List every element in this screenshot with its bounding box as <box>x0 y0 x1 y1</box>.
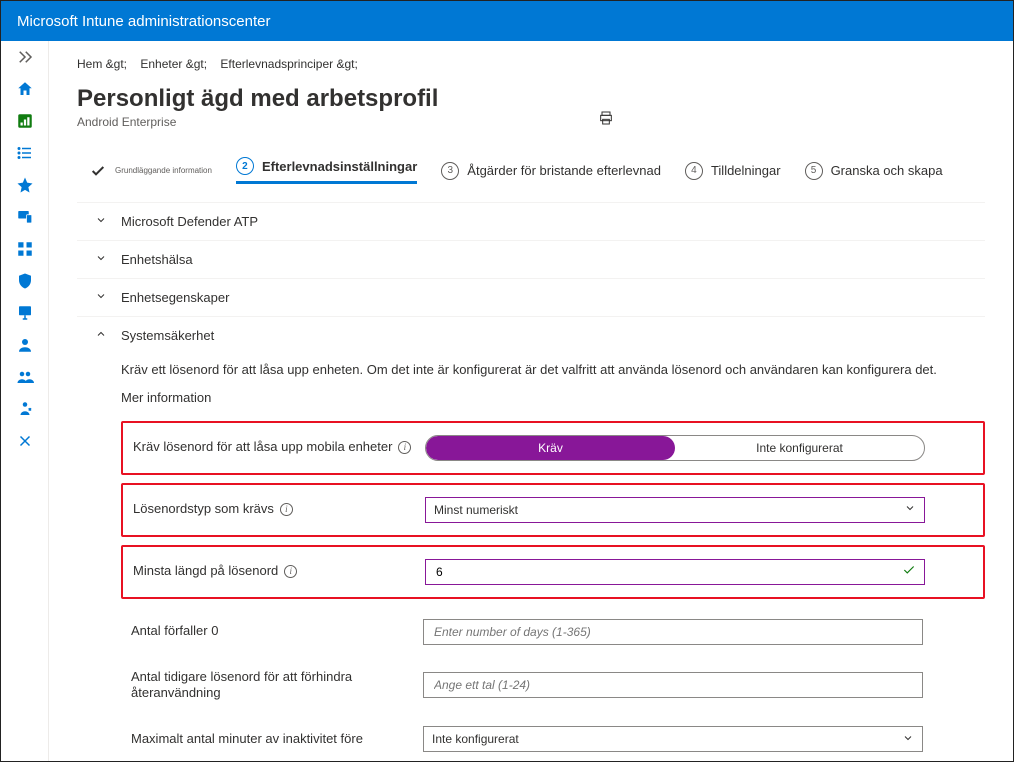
step-review[interactable]: 5 Granska och skapa <box>805 162 943 180</box>
step-compliance[interactable]: 2 Efterlevnadsinställningar <box>236 157 417 184</box>
print-icon[interactable] <box>598 110 614 129</box>
step-assignments[interactable]: 4 Tilldelningar <box>685 162 781 180</box>
section-defender[interactable]: Microsoft Defender ATP <box>77 202 985 240</box>
step-actions[interactable]: 3 Åtgärder för bristande efterlevnad <box>441 162 661 180</box>
devices-icon[interactable] <box>15 207 35 227</box>
tenant-icon[interactable] <box>15 399 35 419</box>
breadcrumb-home[interactable]: Hem &gt; <box>77 57 127 71</box>
wizard-steps: Grundläggande information 2 Efterlevnads… <box>77 157 985 184</box>
chevron-down-icon <box>95 290 107 305</box>
prev-passwords-field[interactable] <box>432 677 914 693</box>
prev-passwords-input[interactable] <box>423 672 923 698</box>
security-desc: Kräv ett lösenord för att låsa upp enhet… <box>121 360 941 380</box>
nav-expand-icon[interactable] <box>15 47 35 67</box>
row-min-length: Minsta längd på lösenord i <box>121 545 985 599</box>
row-password-type: Lösenordstyp som krävs i Minst numeriskt <box>121 483 985 537</box>
list-icon[interactable] <box>15 143 35 163</box>
min-length-field[interactable] <box>434 564 902 580</box>
expire-days-field[interactable] <box>432 624 914 640</box>
chevron-down-icon <box>95 252 107 267</box>
breadcrumb-policies[interactable]: Efterlevnadsprinciper &gt; <box>220 57 357 71</box>
password-type-select[interactable]: Minst numeriskt <box>425 497 925 523</box>
more-info-link[interactable]: Mer information <box>121 390 985 405</box>
user-icon[interactable] <box>15 335 35 355</box>
section-props[interactable]: Enhetsegenskaper <box>77 278 985 316</box>
main-content: Hem &gt; Enheter &gt; Efterlevnadsprinci… <box>49 41 1013 761</box>
dashboard-icon[interactable] <box>15 111 35 131</box>
expire-days-input[interactable] <box>423 619 923 645</box>
info-icon[interactable]: i <box>284 565 297 578</box>
app-header: Microsoft Intune administrationscenter <box>1 1 1013 41</box>
row-inactivity: Maximalt antal minuter av inaktivitet fö… <box>121 714 985 761</box>
chevron-up-icon <box>95 328 107 343</box>
min-length-input[interactable] <box>425 559 925 585</box>
section-security[interactable]: Systemsäkerhet <box>77 316 985 354</box>
security-content: Kräv ett lösenord för att låsa upp enhet… <box>77 354 985 761</box>
star-icon[interactable] <box>15 175 35 195</box>
toggle-require[interactable]: Kräv <box>426 436 675 460</box>
app-title: Microsoft Intune administrationscenter <box>17 13 270 30</box>
breadcrumb: Hem &gt; Enheter &gt; Efterlevnadsprinci… <box>77 57 985 71</box>
reports-icon[interactable] <box>15 303 35 323</box>
toggle-notconfigured[interactable]: Inte konfigurerat <box>675 436 924 460</box>
row-require-password: Kräv lösenord för att låsa upp mobila en… <box>121 421 985 475</box>
group-icon[interactable] <box>15 367 35 387</box>
chevron-down-icon <box>904 502 916 517</box>
apps-icon[interactable] <box>15 239 35 259</box>
inactivity-select[interactable]: Inte konfigurerat <box>423 726 923 752</box>
require-password-toggle[interactable]: Kräv Inte konfigurerat <box>425 435 925 461</box>
row-expire-days: Antal förfaller 0 <box>121 607 985 657</box>
page-subtitle: Android Enterprise <box>77 115 438 129</box>
page-title: Personligt ägd med arbetsprofil <box>77 85 438 113</box>
row-prev-passwords: Antal tidigare lösenord för att förhindr… <box>121 657 985 715</box>
info-icon[interactable]: i <box>280 503 293 516</box>
section-health[interactable]: Enhetshälsa <box>77 240 985 278</box>
chevron-down-icon <box>95 214 107 229</box>
home-icon[interactable] <box>15 79 35 99</box>
troubleshoot-icon[interactable] <box>15 431 35 451</box>
step-basic[interactable]: Grundläggande information <box>89 162 212 180</box>
left-nav <box>1 41 49 761</box>
info-icon[interactable]: i <box>398 441 411 454</box>
chevron-down-icon <box>902 732 914 747</box>
check-icon <box>902 563 916 580</box>
breadcrumb-devices[interactable]: Enheter &gt; <box>140 57 207 71</box>
shield-icon[interactable] <box>15 271 35 291</box>
